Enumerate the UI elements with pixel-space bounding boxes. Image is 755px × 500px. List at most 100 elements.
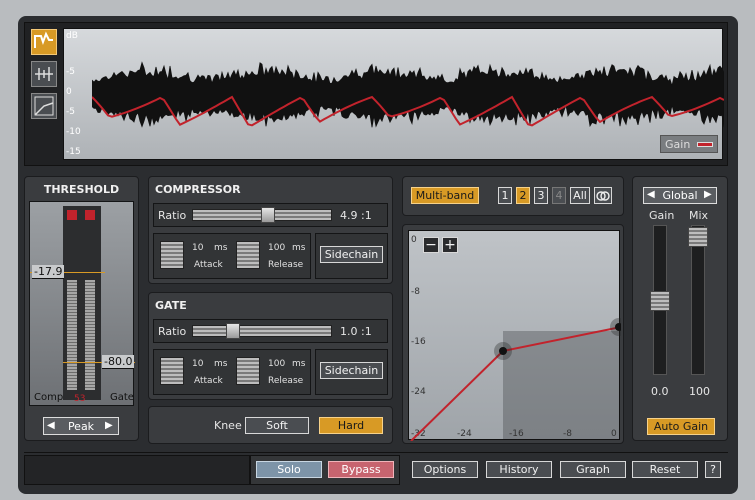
gain-legend-swatch [697,142,713,147]
threshold-meter-area: -17.9 -80.0 Comp Gate 53 [29,201,135,406]
threshold-panel: THRESHOLD -17.9 -80.0 Comp Gate 53 ◀ Pea… [24,176,139,441]
gate-label: Gate [110,392,134,403]
mix-label: Mix [689,209,709,222]
comp-label: Comp [34,392,64,403]
gain-label: Gain [649,209,675,222]
next-arrow-icon[interactable]: ▶ [105,420,113,431]
compressor-panel: COMPRESSOR Ratio 4.9 :1 10 ms Attack 100… [148,176,393,284]
transfer-curve [410,318,621,441]
waveform-view-icon [34,31,53,48]
help-button[interactable]: ? [705,461,721,478]
meter-value: 53 [74,394,86,404]
gate-attack-value[interactable]: 10 [192,359,203,369]
meter-bar-left [67,280,77,390]
compressor-time-row: 10 ms Attack 100 ms Release [153,233,311,279]
gate-attack-fader[interactable] [160,357,184,385]
graph-button[interactable]: Graph [560,461,626,478]
db-label: dB [66,31,78,41]
knee-hard-button[interactable]: Hard [319,417,383,434]
band-3-button[interactable]: 3 [534,187,548,204]
multiband-button[interactable]: Multi-band [411,187,479,204]
band-2-button[interactable]: 2 [516,187,530,204]
gate-title: GATE [155,299,187,312]
compressor-sidechain-area: Sidechain [315,233,388,279]
gate-sidechain-button[interactable]: Sidechain [320,362,383,379]
gain-legend[interactable]: Gain [660,135,718,153]
auto-gain-button[interactable]: Auto Gain [647,418,715,435]
solo-button[interactable]: Solo [256,461,322,478]
compressor-threshold-value[interactable]: -17.9 [32,265,65,279]
levels-icon [35,67,53,81]
waveform-display: dB -5 0 -5 -10 -15 Gain [63,28,724,160]
compressor-attack-value[interactable]: 10 [192,243,203,253]
waveform-view-button[interactable] [31,29,57,55]
meter-view-button[interactable] [31,61,57,87]
mix-fader-track[interactable] [691,225,705,375]
status-area [24,455,250,485]
gate-ratio-slider[interactable] [192,325,332,337]
gain-value: 0.0 [651,385,669,398]
compressor-attack-fader[interactable] [160,241,184,269]
output-panel: ◀ Global ▶ Gain Mix 0.0 100 Auto Gain [632,176,728,441]
compressor-release-unit: ms [292,243,306,253]
bottom-bar: Solo Bypass Options History Graph Reset … [24,452,728,486]
gate-time-row: 10 ms Attack 100 ms Release [153,349,311,395]
gate-release-fader[interactable] [236,357,260,385]
compressor-ratio-label: Ratio [158,209,187,222]
mix-fader-handle[interactable] [688,227,708,247]
db-tick: -15 [66,147,81,157]
waveform-plot [92,61,724,128]
gate-panel: GATE Ratio 1.0 :1 10 ms Attack 100 ms Re… [148,292,393,400]
db-tick: -5 [66,107,75,117]
band-all-button[interactable]: All [570,187,590,204]
gate-attack-unit: ms [214,359,228,369]
gate-threshold-value[interactable]: -80.0 [102,355,135,369]
curve-view-button[interactable] [31,93,57,119]
compressor-ratio-row: Ratio 4.9 :1 [153,203,388,227]
meter-clip-left [67,210,77,220]
meter-bar-right [85,280,95,390]
waveform-panel: dB -5 0 -5 -10 -15 Gain [24,22,728,166]
compressor-release-label: Release [268,260,304,270]
db-tick: -10 [66,127,81,137]
transfer-graph: − + 0 -8 -16 -24 -32 -24 -16 -8 0 [408,230,621,441]
compressor-title: COMPRESSOR [155,183,241,196]
meter-clip-right [85,210,95,220]
compressor-attack-unit: ms [214,243,228,253]
compressor-release-fader[interactable] [236,241,260,269]
band-4-button[interactable]: 4 [552,187,566,204]
next-arrow-icon[interactable]: ▶ [704,189,712,200]
gain-fader-handle[interactable] [650,291,670,311]
compressor-release-value[interactable]: 100 [268,243,285,253]
options-button[interactable]: Options [412,461,478,478]
gain-legend-label: Gain [665,138,691,151]
gate-ratio-value: 1.0 :1 [340,325,372,338]
mix-value: 100 [689,385,710,398]
gate-attack-label: Attack [194,376,223,386]
peak-selector[interactable]: ◀ Peak ▶ [43,417,119,435]
gate-sidechain-area: Sidechain [315,349,388,395]
gate-release-value[interactable]: 100 [268,359,285,369]
global-selector[interactable]: ◀ Global ▶ [643,187,717,204]
knee-soft-button[interactable]: Soft [245,417,309,434]
gate-ratio-label: Ratio [158,325,187,338]
threshold-title: THRESHOLD [43,183,120,196]
gate-release-unit: ms [292,359,306,369]
band-1-button[interactable]: 1 [498,187,512,204]
db-tick: 0 [66,87,72,97]
knee-panel: Knee Soft Hard [148,406,393,444]
gate-release-label: Release [268,376,304,386]
link-icon [596,191,610,201]
band-panel: Multi-band 1 2 3 4 All [402,176,624,216]
reset-button[interactable]: Reset [632,461,698,478]
link-bands-button[interactable] [594,187,612,204]
transfer-curve-icon [34,96,54,116]
compressor-ratio-handle[interactable] [261,207,275,223]
bypass-button[interactable]: Bypass [328,461,394,478]
compressor-sidechain-button[interactable]: Sidechain [320,246,383,263]
gate-ratio-handle[interactable] [226,323,240,339]
db-tick: -5 [66,67,75,77]
history-button[interactable]: History [486,461,552,478]
transfer-graph-panel: − + 0 -8 -16 -24 -32 -24 -16 -8 0 [402,224,624,444]
knee-label: Knee [214,419,242,432]
